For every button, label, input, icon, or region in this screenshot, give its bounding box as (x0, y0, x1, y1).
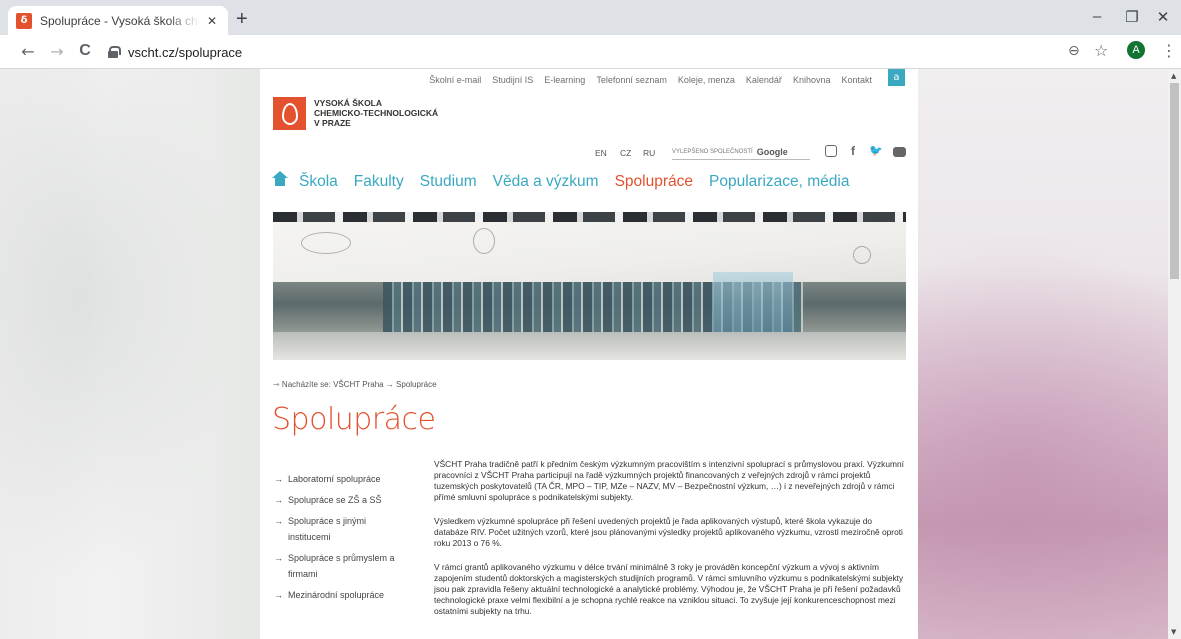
zoom-icon[interactable]: ⊖ (1068, 43, 1080, 59)
arrow-right-icon: → (274, 516, 283, 526)
content-paragraph-3: V rámci grantů aplikovaného výzkumu v dé… (434, 562, 904, 616)
logo-mark-icon (281, 102, 298, 125)
bookmark-star-icon[interactable]: ☆ (1094, 41, 1108, 60)
scroll-up-icon[interactable]: ▲ (1171, 72, 1176, 80)
sidebar-item-laboratorni[interactable]: → Laboratorní spolupráce (274, 471, 404, 487)
nav-item-studium[interactable]: Studium (420, 173, 477, 191)
tab-title: Spolupráce - Vysoká škola chemicko-techn… (40, 13, 200, 28)
nav-item-popularizace[interactable]: Popularizace, média (709, 173, 849, 191)
youtube-icon[interactable] (893, 147, 906, 157)
home-icon[interactable] (272, 171, 288, 188)
sidebar-item-prumysl[interactable]: → Spolupráce s průmyslem a firmami (274, 550, 404, 582)
tab-close-icon[interactable]: ✕ (204, 14, 220, 28)
arrow-right-icon: → (274, 474, 283, 484)
page-title: Spolupráce (272, 402, 436, 437)
hero-floor (273, 332, 906, 360)
logo-line-3: V PRAZE (314, 118, 351, 128)
google-search-input[interactable]: VYLEPŠENO SPOLEČNOSTÍ Google (672, 144, 810, 160)
nav-item-fakulty[interactable]: Fakulty (354, 173, 404, 191)
sidebar-item-label: Mezinárodní spolupráce (288, 590, 385, 600)
scrollbar-thumb[interactable] (1170, 83, 1179, 279)
lang-cz[interactable]: CZ (620, 148, 631, 158)
vscht-favicon-icon: δ (16, 12, 32, 29)
sidebar-item-label: Spolupráce s jinými institucemi (288, 516, 367, 542)
content-paragraph-1: VŠCHT Praha tradičně patří k předním čes… (434, 459, 904, 502)
tab-strip: δ Spolupráce - Vysoká škola chemicko-tec… (0, 0, 1181, 35)
utility-link-phonebook[interactable]: Telefonní seznam (596, 75, 667, 85)
utility-link-studijni-is[interactable]: Studijní IS (492, 75, 533, 85)
sidebar-item-label: Spolupráce s průmyslem a firmami (288, 553, 395, 579)
reload-button[interactable]: C (75, 42, 95, 60)
nav-item-skola[interactable]: Škola (299, 173, 338, 191)
hero-sketch-circle (853, 246, 871, 264)
lock-icon (108, 46, 121, 58)
sidebar-item-label: Laboratorní spolupráce (288, 474, 381, 484)
new-tab-button[interactable]: + (236, 9, 248, 29)
twitter-icon[interactable]: 🐦 (869, 144, 883, 157)
restore-button[interactable]: ❐ (1122, 8, 1142, 26)
nav-item-spoluprace[interactable]: Spolupráce (615, 173, 693, 191)
browser-window: δ Spolupráce - Vysoká škola chemicko-tec… (0, 0, 1181, 639)
accessibility-icon[interactable]: a (888, 69, 905, 86)
back-button[interactable]: ← (18, 42, 38, 61)
hero-sketch-face (473, 228, 495, 254)
main-content: VŠCHT Praha tradičně patří k předním čes… (434, 459, 908, 630)
hero-sketch-plane (301, 232, 351, 254)
arrow-right-icon: → (274, 495, 283, 505)
utility-link-dorms[interactable]: Koleje, menza (678, 75, 735, 85)
browser-tab[interactable]: δ Spolupráce - Vysoká škola chemicko-tec… (8, 6, 228, 35)
utility-link-elearning[interactable]: E-learning (544, 75, 585, 85)
url-text: vscht.cz/spoluprace (128, 44, 243, 60)
minimize-button[interactable]: – (1087, 8, 1107, 25)
main-nav: Škola Fakulty Studium Věda a výzkum Spol… (272, 171, 865, 192)
logo-line-1: VYSOKÁ ŠKOLA (314, 98, 383, 108)
sidebar-menu: → Laboratorní spolupráce → Spolupráce se Z… (274, 471, 404, 608)
instagram-icon[interactable] (825, 145, 837, 157)
address-bar[interactable]: vscht.cz/spoluprace (108, 40, 1108, 64)
utility-link-contact[interactable]: Kontakt (841, 75, 872, 85)
lang-ru[interactable]: RU (643, 148, 655, 158)
hero-wall (273, 222, 906, 282)
content-paragraph-2: Výsledkem výzkumné spolupráce při řešení… (434, 516, 903, 548)
breadcrumb: ⇾ Nacházíte se: VŠCHT Praha → Spolupráce (273, 380, 437, 389)
background-left (0, 69, 260, 639)
profile-avatar[interactable]: A (1127, 41, 1145, 59)
search-label: VYLEPŠENO SPOLEČNOSTÍ (672, 148, 753, 155)
hero-image (273, 212, 906, 360)
window-close-button[interactable]: ✕ (1153, 8, 1173, 26)
page-viewport: Školní e-mail Studijní IS E-learning Tel… (0, 69, 1181, 639)
browser-toolbar: ← → C vscht.cz/spoluprace ⊖ ☆ ⋮ (0, 35, 1181, 69)
hero-ceiling (273, 212, 906, 222)
browser-menu-icon[interactable]: ⋮ (1161, 41, 1177, 60)
logo-line-2: CHEMICKO-TECHNOLOGICKÁ (314, 108, 439, 118)
sidebar-item-mezinarodni[interactable]: → Mezinárodní spolupráce (274, 587, 404, 603)
forward-button[interactable]: → (47, 42, 67, 61)
vscht-logo[interactable] (273, 97, 306, 130)
arrow-right-icon: → (274, 590, 283, 600)
nav-item-veda-a-vyzkum[interactable]: Věda a výzkum (493, 173, 599, 191)
lang-en[interactable]: EN (595, 148, 607, 158)
facebook-icon[interactable]: f (851, 144, 855, 158)
arrow-right-icon: → (274, 553, 283, 563)
utility-link-calendar[interactable]: Kalendář (746, 75, 782, 85)
utility-link-library[interactable]: Knihovna (793, 75, 831, 85)
logo-text[interactable]: VYSOKÁ ŠKOLA CHEMICKO-TECHNOLOGICKÁ V PR… (314, 98, 438, 128)
sidebar-item-zs-ss[interactable]: → Spolupráce se ZŠ a SŠ (274, 492, 404, 508)
utility-links: Školní e-mail Studijní IS E-learning Tel… (418, 75, 872, 85)
background-right (918, 69, 1168, 639)
page-container: Školní e-mail Studijní IS E-learning Tel… (260, 69, 918, 639)
utility-link-email[interactable]: Školní e-mail (429, 75, 481, 85)
scroll-down-icon[interactable]: ▼ (1171, 628, 1176, 636)
google-brand: Google (756, 146, 788, 157)
sidebar-item-instituce[interactable]: → Spolupráce s jinými institucemi (274, 513, 404, 545)
sidebar-item-label: Spolupráce se ZŠ a SŠ (288, 495, 382, 505)
